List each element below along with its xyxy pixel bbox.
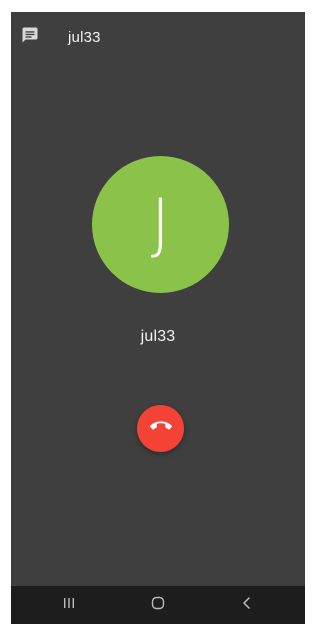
avatar-initial: J — [150, 184, 171, 262]
home-icon — [150, 595, 166, 616]
navigation-bar — [11, 586, 305, 624]
call-screen: jul33 J jul33 — [11, 12, 305, 624]
header-contact-name: jul33 — [68, 29, 101, 46]
phone-hangup-icon — [149, 415, 172, 442]
end-call-button[interactable] — [137, 405, 184, 452]
home-button[interactable] — [128, 586, 188, 624]
back-icon — [240, 596, 254, 615]
message-icon[interactable] — [21, 26, 39, 44]
recent-apps-icon — [62, 596, 76, 615]
caller-name: jul33 — [140, 328, 176, 345]
avatar: J — [92, 156, 229, 293]
top-bar: jul33 — [11, 12, 305, 62]
recent-apps-button[interactable] — [39, 586, 99, 624]
back-button[interactable] — [217, 586, 277, 624]
